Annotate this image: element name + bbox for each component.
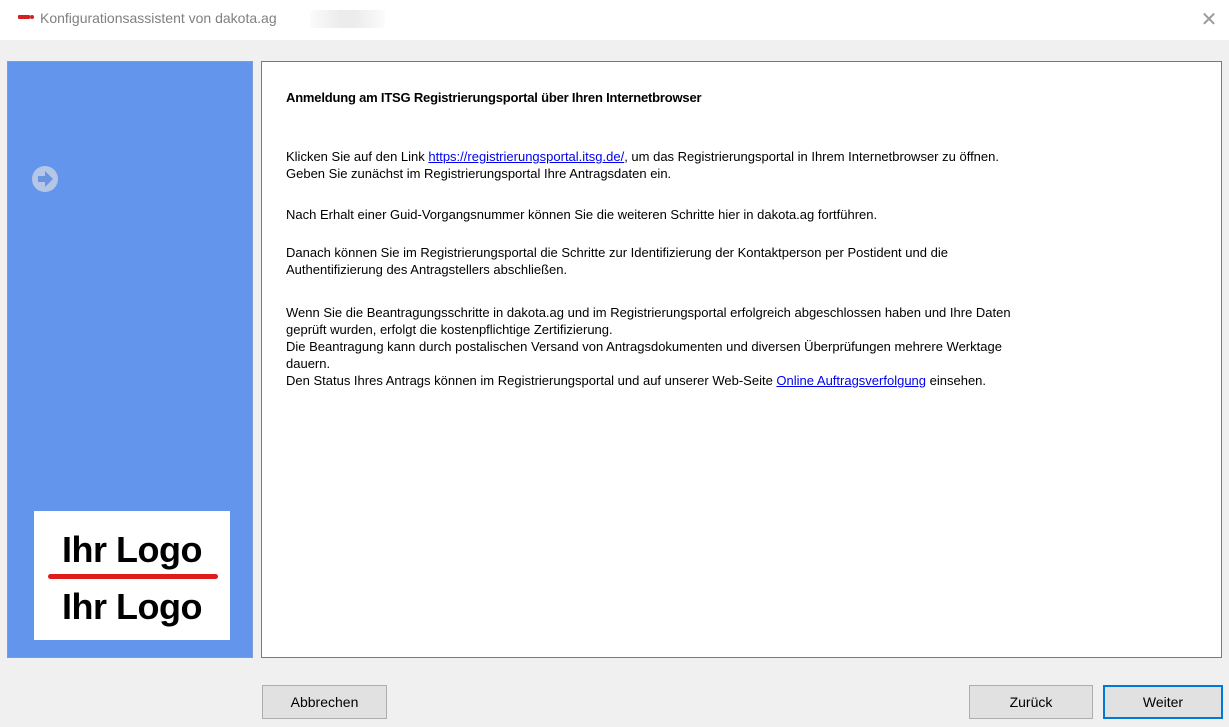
paragraph-identification: Danach können Sie im Registrierungsporta… [286, 244, 1196, 278]
cancel-button[interactable]: Abbrechen [262, 685, 387, 719]
wizard-content-panel: Anmeldung am ITSG Registrierungsportal ü… [261, 61, 1222, 658]
paragraph-open-link: Klicken Sie auf den Link https://registr… [286, 148, 1196, 182]
paragraph-guid: Nach Erhalt einer Guid-Vorgangsnummer kö… [286, 206, 1196, 223]
company-logo: Ihr Logo Ihr Logo [34, 511, 230, 640]
text: Wenn Sie die Beantragungsschritte in dak… [286, 305, 1011, 320]
window-title: Konfigurationsassistent von dakota.ag [40, 10, 277, 26]
back-button[interactable]: Zurück [969, 685, 1093, 719]
next-button[interactable]: Weiter [1103, 685, 1223, 719]
logo-text-bottom: Ihr Logo [62, 586, 202, 627]
text: einsehen. [926, 373, 987, 388]
paragraph-certification: Wenn Sie die Beantragungsschritte in dak… [286, 304, 1196, 389]
text: geprüft wurden, erfolgt die kostenpflich… [286, 322, 613, 337]
arrow-right-circle-icon [32, 166, 58, 192]
text: Geben Sie zunächst im Registrierungsport… [286, 166, 672, 181]
text: dauern. [286, 356, 331, 371]
text: Danach können Sie im Registrierungsporta… [286, 245, 948, 260]
text: Klicken Sie auf den Link [286, 149, 429, 164]
title-bar: Konfigurationsassistent von dakota.ag ✕ [0, 0, 1229, 40]
wizard-sidebar: Ihr Logo Ihr Logo [7, 61, 253, 658]
logo-divider [48, 574, 218, 579]
close-icon[interactable]: ✕ [1198, 9, 1220, 31]
text: Den Status Ihres Antrags können im Regis… [286, 373, 777, 388]
text: Authentifizierung des Antragstellers abs… [286, 262, 568, 277]
text: Die Beantragung kann durch postalischen … [286, 339, 1002, 354]
order-tracking-link[interactable]: Online Auftragsverfolgung [776, 373, 926, 388]
page-heading: Anmeldung am ITSG Registrierungsportal ü… [286, 90, 702, 105]
logo-text-top: Ihr Logo [62, 529, 202, 570]
dakota-app-icon [18, 15, 34, 19]
registration-portal-link[interactable]: https://registrierungsportal.itsg.de/ [428, 149, 624, 164]
text: , um das Registrierungsportal in Ihrem I… [624, 149, 999, 164]
text: Nach Erhalt einer Guid-Vorgangsnummer kö… [286, 207, 878, 222]
title-redacted-area [310, 10, 385, 28]
